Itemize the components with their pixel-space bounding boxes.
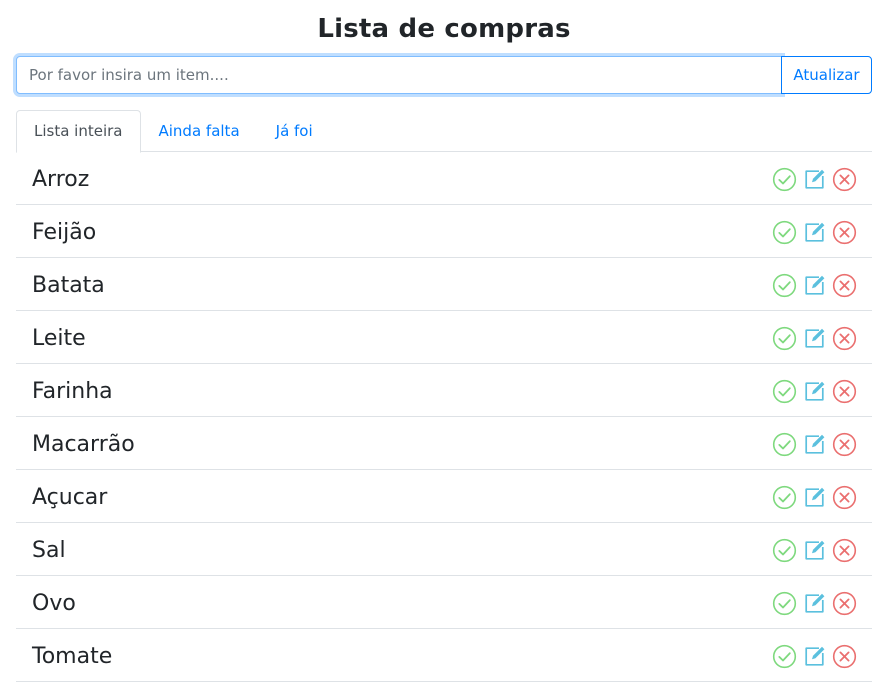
edit-icon[interactable] [801,590,827,616]
edit-icon[interactable] [801,537,827,563]
item-name: Macarrão [32,431,135,457]
item-actions [771,641,857,669]
check-circle-icon[interactable] [771,325,797,351]
check-circle-icon[interactable] [771,537,797,563]
check-circle-icon[interactable] [771,272,797,298]
edit-icon[interactable] [801,325,827,351]
item-actions [771,164,857,192]
add-item-form: Atualizar [16,56,872,94]
edit-icon[interactable] [801,643,827,669]
item-name: Feijão [32,219,97,245]
list-item: Sal [16,523,872,576]
check-circle-icon[interactable] [771,643,797,669]
list-item: Farinha [16,364,872,417]
list-item: Leite [16,311,872,364]
item-actions [771,376,857,404]
close-circle-icon[interactable] [831,537,857,563]
item-input[interactable] [16,56,782,94]
item-actions [771,482,857,510]
edit-icon[interactable] [801,484,827,510]
check-circle-icon[interactable] [771,166,797,192]
item-actions [771,323,857,351]
item-name: Arroz [32,166,90,192]
edit-icon[interactable] [801,378,827,404]
item-name: Batata [32,272,105,298]
edit-icon[interactable] [801,219,827,245]
close-circle-icon[interactable] [831,166,857,192]
item-name: Farinha [32,378,113,404]
check-circle-icon[interactable] [771,378,797,404]
item-actions [771,535,857,563]
item-name: Tomate [32,643,113,669]
edit-icon[interactable] [801,431,827,457]
close-circle-icon[interactable] [831,325,857,351]
close-circle-icon[interactable] [831,431,857,457]
list-item: Macarrão [16,417,872,470]
item-actions [771,217,857,245]
item-name: Sal [32,537,66,563]
page-title: Lista de compras [317,14,571,44]
list-item: Batata [16,258,872,311]
item-name: Ovo [32,590,76,616]
item-name: Leite [32,325,86,351]
filter-tabs: Lista inteira Ainda falta Já foi [16,110,872,153]
list-item: Arroz [16,152,872,205]
close-circle-icon[interactable] [831,643,857,669]
check-circle-icon[interactable] [771,484,797,510]
update-button[interactable]: Atualizar [781,56,872,94]
check-circle-icon[interactable] [771,431,797,457]
item-actions [771,429,857,457]
item-actions [771,588,857,616]
close-circle-icon[interactable] [831,272,857,298]
check-circle-icon[interactable] [771,219,797,245]
shopping-list: Arroz Feijão Batata Leite Farinha Macarr… [16,152,872,682]
list-item: Açucar [16,470,872,523]
tab-done[interactable]: Já foi [258,110,331,152]
list-item: Feijão [16,205,872,258]
tab-remaining[interactable]: Ainda falta [141,110,258,152]
edit-icon[interactable] [801,272,827,298]
edit-icon[interactable] [801,166,827,192]
close-circle-icon[interactable] [831,590,857,616]
close-circle-icon[interactable] [831,378,857,404]
check-circle-icon[interactable] [771,590,797,616]
list-item: Ovo [16,576,872,629]
close-circle-icon[interactable] [831,484,857,510]
item-name: Açucar [32,484,108,510]
close-circle-icon[interactable] [831,219,857,245]
tab-full-list[interactable]: Lista inteira [16,110,141,153]
item-actions [771,270,857,298]
list-item: Tomate [16,629,872,682]
